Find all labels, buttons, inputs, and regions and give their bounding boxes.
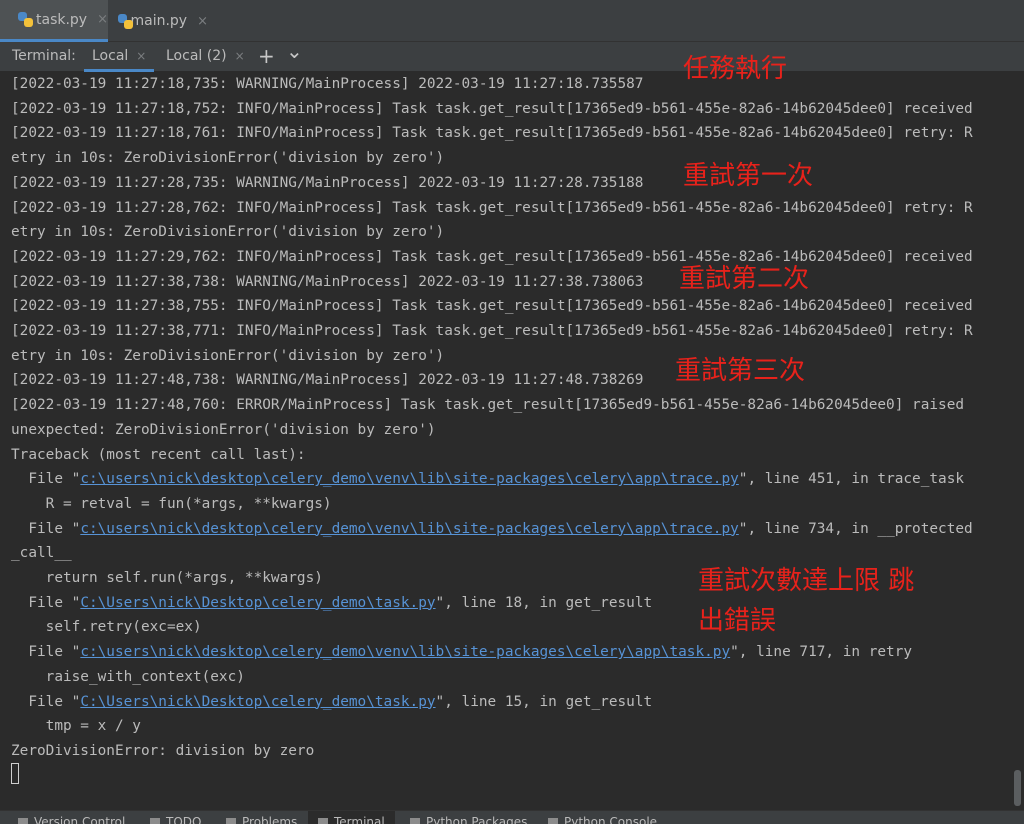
traceback-line: raise_with_context(exc) (11, 668, 245, 685)
console-line: etry in 10s: ZeroDivisionError('division… (11, 347, 445, 364)
traceback-file-line: File "c:\users\nick\desktop\celery_demo\… (11, 519, 973, 539)
console-line: [2022-03-19 11:27:28,735: WARNING/MainPr… (11, 174, 644, 191)
traceback-line: R = retval = fun(*args, **kwargs) (11, 495, 332, 512)
console-line: etry in 10s: ZeroDivisionError('division… (11, 150, 445, 167)
annotation-retry-1: 重試第一次 (683, 161, 814, 191)
tool-label: Terminal (334, 815, 385, 824)
traceback-suffix: ", line 717, in retry (730, 644, 913, 661)
traceback-prefix: File " (11, 520, 81, 537)
console-line: [2022-03-19 11:27:38,771: INFO/MainProce… (11, 323, 973, 339)
terminal-title: Terminal: (12, 48, 76, 64)
tool-problems[interactable]: Problems (226, 815, 297, 824)
list-icon (150, 817, 160, 824)
tool-label: Python Packages (426, 815, 528, 824)
traceback-suffix: ", line 734, in __protected (738, 520, 973, 537)
new-terminal-plus-icon[interactable]: + (258, 42, 275, 71)
terminal-console[interactable]: [2022-03-19 11:27:18,735: WARNING/MainPr… (0, 54, 1012, 810)
tool-window-bar: Version Control TODO Problems Terminal P… (0, 810, 1024, 824)
traceback-file-line: File "c:\users\nick\desktop\celery_demo\… (11, 642, 912, 662)
python-file-icon (118, 13, 133, 29)
traceback-line: self.retry(exc=ex) (11, 619, 202, 636)
traceback-file-line: File "c:\users\nick\desktop\celery_demo\… (11, 469, 964, 489)
console-line: [2022-03-19 11:27:29,762: INFO/MainProce… (11, 248, 973, 265)
annotation-execute: 任務執行 (683, 54, 788, 84)
branch-icon (18, 817, 28, 824)
traceback-prefix: File " (11, 594, 81, 611)
tool-label: Problems (242, 815, 298, 824)
warning-icon (226, 817, 236, 824)
console-line: [2022-03-19 11:27:48,738: WARNING/MainPr… (11, 372, 644, 389)
console-line: [2022-03-19 11:27:18,752: INFO/MainProce… (11, 100, 973, 117)
traceback-line: ZeroDivisionError: division by zero (11, 742, 315, 759)
traceback-prefix: File " (11, 471, 81, 488)
traceback-line: tmp = x / y (11, 718, 141, 735)
traceback-line: return self.run(*args, **kwargs) (11, 570, 323, 586)
chevron-down-icon[interactable]: ⌄ (286, 37, 303, 66)
traceback-file-line: File "C:\Users\nick\Desktop\celery_demo\… (11, 692, 652, 712)
vertical-scrollbar[interactable] (1012, 72, 1024, 810)
terminal-tab-local[interactable]: Local × (84, 42, 155, 72)
console-line: [2022-03-19 11:27:28,762: INFO/MainProce… (11, 199, 973, 216)
traceback-line: _call__ (11, 545, 72, 562)
traceback-file-line: File "C:\Users\nick\Desktop\celery_demo\… (11, 593, 652, 613)
tool-label: TODO (166, 815, 202, 824)
console-line: [2022-03-19 11:27:38,755: INFO/MainProce… (11, 298, 973, 315)
traceback-prefix: File " (11, 693, 81, 710)
file-path-link[interactable]: C:\Users\nick\Desktop\celery_demo\task.p… (80, 595, 435, 611)
tab-task-py[interactable]: task.py × (0, 0, 108, 42)
console-line: [2022-03-19 11:27:48,760: ERROR/MainProc… (11, 397, 965, 414)
file-path-link[interactable]: C:\Users\nick\Desktop\celery_demo\task.p… (80, 694, 435, 710)
annotation-limit-line-1: 重試次數達上限 跳 (698, 566, 915, 596)
python-file-icon (18, 12, 33, 27)
package-icon (410, 817, 420, 824)
close-icon[interactable]: × (136, 49, 146, 63)
console-line: [2022-03-19 11:27:38,738: WARNING/MainPr… (11, 273, 644, 290)
close-icon[interactable]: × (235, 49, 245, 63)
tool-terminal[interactable]: Terminal (308, 811, 395, 824)
terminal-cursor (11, 763, 19, 784)
console-line: Traceback (most recent call last): (11, 446, 306, 463)
file-path-link[interactable]: c:\users\nick\desktop\celery_demo\venv\l… (80, 644, 730, 660)
annotation-retry-2: 重試第二次 (679, 264, 810, 294)
file-path-link[interactable]: c:\users\nick\desktop\celery_demo\venv\l… (80, 471, 738, 487)
terminal-icon (318, 817, 328, 824)
terminal-tab-local-2[interactable]: Local (2) × (158, 42, 253, 71)
tab-main-py[interactable]: main.py × (100, 0, 208, 42)
tool-label: Version Control (34, 815, 126, 824)
tool-todo[interactable]: TODO (150, 815, 201, 824)
close-icon[interactable]: × (197, 14, 208, 29)
console-line: etry in 10s: ZeroDivisionError('division… (11, 224, 445, 241)
tab-label: main.py (130, 13, 188, 29)
console-line: [2022-03-19 11:27:18,735: WARNING/MainPr… (11, 76, 644, 92)
editor-tab-bar: task.py × main.py × (0, 0, 1024, 42)
scrollbar-thumb[interactable] (1014, 770, 1021, 806)
terminal-tab-label: Local (2) (166, 48, 227, 64)
tool-python-console[interactable]: Python Console (548, 815, 657, 824)
console-line: unexpected: ZeroDivisionError('division … (11, 421, 436, 438)
annotation-limit-line-2: 出錯誤 (698, 606, 777, 636)
terminal-toolbar: Terminal: Local × Local (2) × + ⌄ (0, 39, 1024, 72)
tool-label: Python Console (564, 815, 658, 824)
annotation-retry-3: 重試第三次 (675, 356, 806, 386)
traceback-suffix: ", line 18, in get_result (435, 594, 653, 611)
tool-python-packages[interactable]: Python Packages (410, 815, 527, 824)
tool-version-control[interactable]: Version Control (18, 815, 125, 824)
file-path-link[interactable]: c:\users\nick\desktop\celery_demo\venv\l… (80, 521, 738, 537)
traceback-suffix: ", line 15, in get_result (435, 693, 653, 710)
python-icon (548, 817, 558, 824)
tab-label: task.py (36, 11, 88, 28)
terminal-tab-label: Local (92, 48, 129, 64)
console-line: [2022-03-19 11:27:18,761: INFO/MainProce… (11, 125, 973, 142)
traceback-suffix: ", line 451, in trace_task (738, 471, 965, 488)
traceback-prefix: File " (11, 644, 81, 661)
